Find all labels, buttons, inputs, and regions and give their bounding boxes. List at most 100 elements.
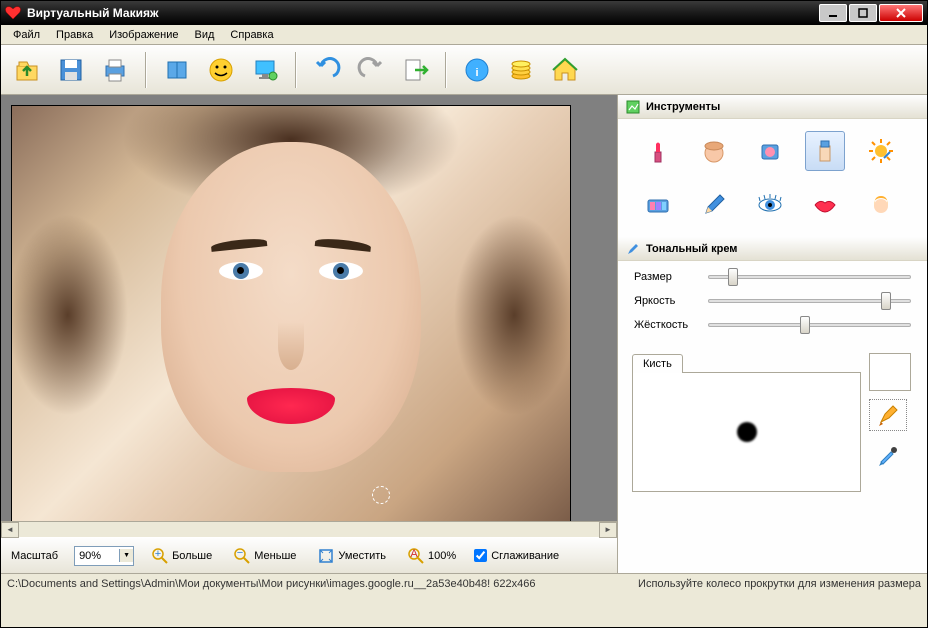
brush-preview-dot (737, 422, 757, 442)
slider-hardness: Жёсткость (634, 319, 911, 331)
slider-size-thumb[interactable] (728, 268, 738, 286)
zoom-combo[interactable]: 90% (74, 546, 134, 566)
zoom-100-button[interactable]: A 100% (404, 546, 460, 566)
slider-size-label: Размер (634, 271, 700, 283)
tool-powder[interactable] (694, 131, 734, 171)
main-toolbar: i (1, 45, 927, 95)
home-button[interactable] (547, 52, 583, 88)
coins-button[interactable] (503, 52, 539, 88)
tools-panel-header: Инструменты (618, 95, 927, 119)
menu-help[interactable]: Справка (222, 27, 281, 43)
canvas-viewport[interactable] (1, 95, 617, 521)
slider-brightness-thumb[interactable] (881, 292, 891, 310)
smoothing-checkbox[interactable]: Сглаживание (474, 549, 559, 562)
open-button[interactable] (9, 52, 45, 88)
tool-eyeshadow[interactable] (638, 185, 678, 225)
menubar: Файл Правка Изображение Вид Справка (1, 25, 927, 45)
menu-file[interactable]: Файл (5, 27, 48, 43)
canvas-image[interactable] (11, 105, 571, 521)
screen-icon (251, 56, 279, 84)
toolbar-separator (295, 52, 297, 88)
face-region (161, 142, 421, 472)
tool-lips[interactable] (805, 185, 845, 225)
svg-text:A: A (410, 548, 418, 560)
fit-icon (318, 548, 334, 564)
smile-button[interactable] (203, 52, 239, 88)
save-button[interactable] (53, 52, 89, 88)
undo-icon (313, 56, 341, 84)
horizontal-scrollbar[interactable] (1, 521, 617, 537)
sliders-area: Размер Яркость Жёсткость (618, 261, 927, 349)
blush-icon (757, 138, 783, 164)
slider-brightness-track[interactable] (708, 299, 911, 303)
tools-header-icon (626, 100, 640, 114)
svg-text:−: − (237, 548, 243, 559)
redo-button[interactable] (353, 52, 389, 88)
brush-tab[interactable]: Кисть (632, 354, 683, 373)
zoom-fit-button[interactable]: Уместить (314, 546, 390, 566)
slider-brightness-label: Яркость (634, 295, 700, 307)
tool-options-header: Тональный крем (618, 237, 927, 261)
zoom-100-label: 100% (428, 550, 456, 562)
export-button[interactable] (397, 52, 433, 88)
undo-button[interactable] (309, 52, 345, 88)
export-icon (401, 56, 429, 84)
print-button[interactable] (97, 52, 133, 88)
brush-area: Кисть (632, 353, 913, 492)
slider-hardness-thumb[interactable] (800, 316, 810, 334)
tool-blush[interactable] (750, 131, 790, 171)
magnify-plus-icon: + (152, 548, 168, 564)
magnify-minus-icon: − (234, 548, 250, 564)
eyeshadow-icon (645, 192, 671, 218)
album-button[interactable] (159, 52, 195, 88)
info-icon: i (463, 56, 491, 84)
window-title: Виртуальный Макияж (27, 6, 817, 20)
eyebrow-right (315, 237, 372, 252)
hair-icon (868, 192, 894, 218)
tool-hair[interactable] (861, 185, 901, 225)
redo-icon (357, 56, 385, 84)
eyedropper-button[interactable] (869, 439, 907, 471)
tool-eye[interactable] (750, 185, 790, 225)
menu-image[interactable]: Изображение (101, 27, 186, 43)
coins-icon (507, 56, 535, 84)
eye-icon (757, 192, 783, 218)
tool-tan[interactable] (861, 131, 901, 171)
slider-hardness-track[interactable] (708, 323, 911, 327)
tool-foundation[interactable] (805, 131, 845, 171)
lips-region (247, 388, 335, 424)
svg-text:i: i (475, 67, 478, 79)
zoom-value: 90% (79, 550, 101, 562)
brush-stamp-button[interactable] (869, 399, 907, 431)
menu-view[interactable]: Вид (187, 27, 223, 43)
foundation-icon (812, 138, 838, 164)
zoom-in-button[interactable]: + Больше (148, 546, 216, 566)
zoom-in-label: Больше (172, 550, 212, 562)
tool-options-title: Тональный крем (646, 243, 737, 255)
info-button[interactable]: i (459, 52, 495, 88)
minimize-button[interactable] (819, 4, 847, 22)
status-hint: Используйте колесо прокрутки для изменен… (638, 578, 921, 590)
color-swatch[interactable] (869, 353, 911, 391)
statusbar: C:\Documents and Settings\Admin\Мои доку… (1, 573, 927, 593)
home-icon (551, 56, 579, 84)
smile-icon (207, 56, 235, 84)
zoom-out-button[interactable]: − Меньше (230, 546, 300, 566)
tool-pencil[interactable] (694, 185, 734, 225)
status-path: C:\Documents and Settings\Admin\Мои доку… (7, 578, 638, 590)
window-titlebar: Виртуальный Макияж (1, 1, 927, 25)
zoom-label: Масштаб (11, 550, 58, 562)
magnify-a-icon: A (408, 548, 424, 564)
tool-lipstick[interactable] (638, 131, 678, 171)
close-button[interactable] (879, 4, 923, 22)
slider-size-track[interactable] (708, 275, 911, 279)
brush-preview-container: Кисть (632, 353, 861, 492)
smoothing-check-input[interactable] (474, 549, 487, 562)
smoothing-label: Сглаживание (491, 550, 559, 562)
maximize-button[interactable] (849, 4, 877, 22)
menu-edit[interactable]: Правка (48, 27, 101, 43)
screen-button[interactable] (247, 52, 283, 88)
slider-hardness-label: Жёсткость (634, 319, 700, 331)
eyedropper-icon (877, 444, 899, 466)
open-icon (13, 56, 41, 84)
